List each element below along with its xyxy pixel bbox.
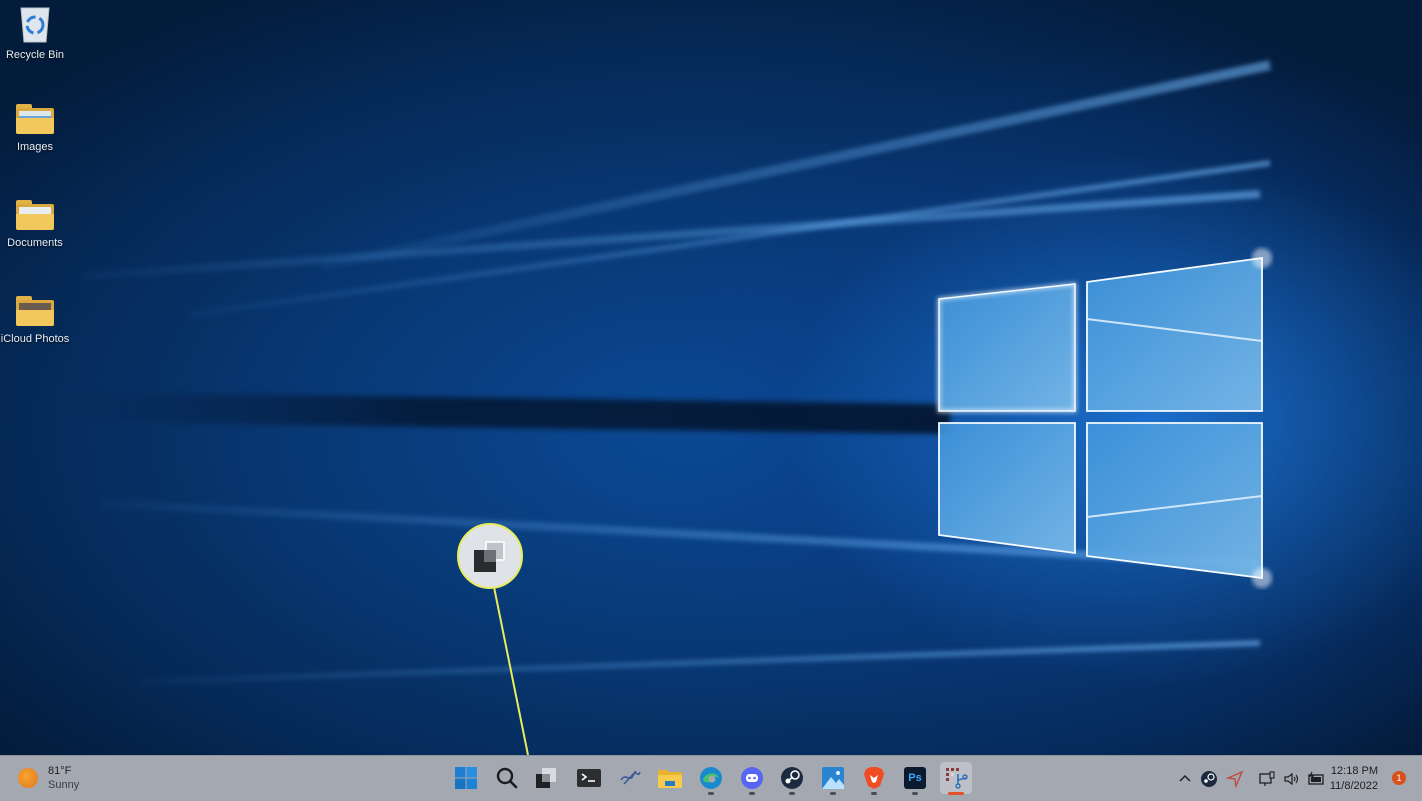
notification-badge[interactable]: 1 [1392,771,1406,785]
desktop-wallpaper: Recycle Bin Images Documents iCloud Phot… [0,0,1422,755]
system-tray [1176,756,1326,801]
signature-app-icon [620,770,641,785]
steam-button[interactable] [776,762,808,795]
taskbar: 81°F Sunny Ps 12:18 PM 11/8/2022 1 [0,755,1422,801]
battery-icon[interactable] [1306,770,1326,788]
windows-start-icon [455,767,477,789]
photoshop-icon: Ps [904,767,926,789]
task-view-icon [536,768,556,788]
photos-icon [822,767,844,789]
edge-button[interactable] [695,762,727,795]
task-view-button[interactable] [530,762,562,794]
brave-button[interactable] [858,762,890,795]
photos-button[interactable] [817,762,849,795]
running-indicator [830,792,836,795]
weather-condition: Sunny [48,779,80,791]
file-explorer-button[interactable] [654,762,686,794]
running-indicator [708,792,714,795]
start-button[interactable] [450,762,482,794]
running-indicator [871,792,877,795]
weather-widget[interactable]: 81°F Sunny [18,764,79,792]
callout-pointer-line [493,586,529,755]
running-indicator [912,792,918,795]
snipping-tool-button[interactable] [940,762,972,795]
clock-time: 12:18 PM [1330,765,1378,777]
signature-app-button[interactable] [614,762,646,794]
terminal-icon [577,769,601,787]
snipping-tool-icon [946,768,968,789]
brave-icon [864,767,884,789]
clock[interactable]: 12:18 PM 11/8/2022 [1330,764,1378,794]
steam-icon [781,767,803,789]
search-button[interactable] [491,762,523,794]
volume-icon[interactable] [1282,770,1300,788]
steam-tray-icon[interactable] [1200,770,1218,788]
chevron-up-icon[interactable] [1176,770,1194,788]
running-indicator [789,792,795,795]
edge-icon [700,767,722,789]
callout-magnifier [457,523,523,589]
photoshop-button[interactable]: Ps [899,762,931,795]
terminal-button[interactable] [573,762,605,794]
weather-temperature: 81°F [48,765,72,777]
search-icon [496,767,518,789]
active-indicator [948,792,964,795]
network-icon[interactable] [1258,770,1276,788]
discord-button[interactable] [736,762,768,795]
sun-icon [18,768,38,788]
task-view-icon [474,539,507,572]
running-indicator [749,792,755,795]
discord-icon [741,767,763,789]
clock-date: 11/8/2022 [1329,780,1378,792]
location-icon[interactable] [1226,770,1244,788]
file-explorer-icon [658,770,682,788]
